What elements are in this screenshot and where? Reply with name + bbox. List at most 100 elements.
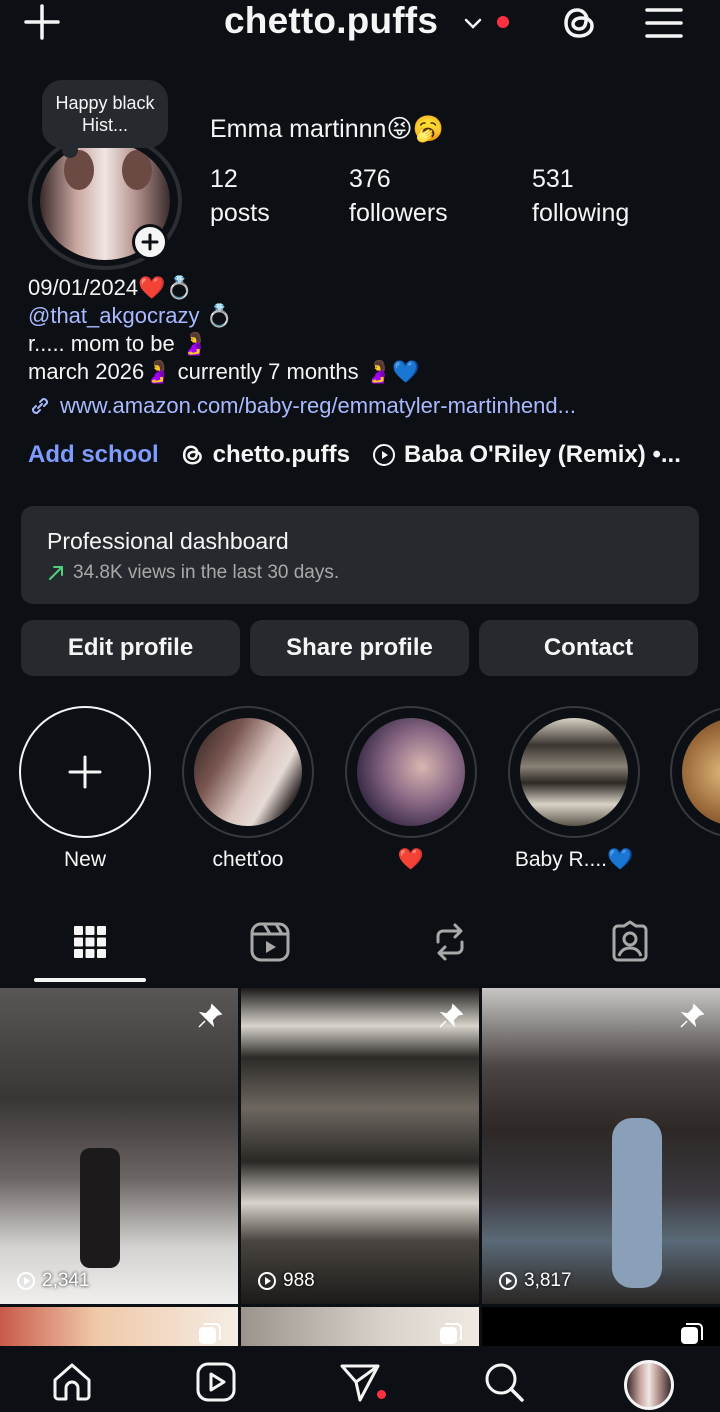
threads-icon[interactable] — [561, 4, 599, 42]
reels-icon[interactable] — [248, 920, 292, 964]
bio-link[interactable]: www.amazon.com/baby-reg/emmatyler-martin… — [28, 392, 576, 420]
highlight-new[interactable]: New — [18, 706, 152, 872]
highlight-ring — [19, 706, 151, 838]
highlight-cover — [520, 718, 628, 826]
note-bubble[interactable]: Happy black Hist... — [42, 80, 168, 158]
stat-posts[interactable]: 12 posts — [210, 162, 270, 230]
highlight-item[interactable] — [670, 706, 720, 838]
music-chip-label: Baba O'Riley (Remix) •... — [404, 441, 681, 468]
highlight-ring — [345, 706, 477, 838]
add-school-link[interactable]: Add school — [28, 441, 159, 469]
plus-small-icon — [141, 233, 159, 251]
tagged-icon[interactable] — [608, 920, 652, 964]
highlight-label: ❤️ — [397, 848, 425, 871]
stat-value: 531 — [532, 165, 574, 193]
highlight-item[interactable]: ❤️ — [344, 706, 478, 872]
stat-label: following — [532, 199, 630, 227]
bio: 09/01/2024❤️💍 @that_akgocrazy 💍 r..... m… — [28, 274, 576, 420]
view-count-text: 988 — [283, 1270, 315, 1291]
bio-line: march 2026🤰 currently 7 months 🤰💙 — [28, 359, 420, 384]
view-count: 2,341 — [16, 1270, 90, 1292]
threads-chip-label: chetto.puffs — [212, 441, 350, 468]
stat-following[interactable]: 531 following — [532, 162, 629, 230]
pin-icon — [680, 1003, 705, 1028]
full-name: Emma martinnn😝🥱 — [210, 115, 444, 143]
pin-icon — [439, 1003, 464, 1028]
highlight-label: Baby R....💙 — [514, 848, 634, 871]
menu-icon[interactable] — [644, 5, 684, 41]
bottom-nav — [0, 1346, 720, 1412]
top-bar: chetto.puffs — [0, 0, 720, 50]
music-chip[interactable]: Baba O'Riley (Remix) •... — [372, 441, 681, 469]
dashboard-subtitle-row: 34.8K views in the last 30 days. — [47, 562, 339, 584]
bio-link-text: www.amazon.com/baby-reg/emmatyler-martin… — [60, 393, 576, 418]
highlight-label: New — [63, 848, 106, 871]
highlight-cover — [682, 718, 720, 826]
bio-mention-suffix: 💍 — [199, 303, 234, 328]
professional-dashboard[interactable]: Professional dashboard 34.8K views in th… — [21, 506, 699, 604]
stat-value: 376 — [349, 165, 391, 193]
trend-up-icon — [49, 566, 63, 580]
bio-line: 09/01/2024❤️💍 — [28, 275, 193, 300]
plus-icon — [68, 755, 102, 789]
stat-followers[interactable]: 376 followers — [349, 162, 448, 230]
highlight-cover — [357, 718, 465, 826]
view-count: 3,817 — [498, 1270, 572, 1292]
search-icon[interactable] — [482, 1360, 526, 1404]
grid-icon[interactable] — [68, 920, 112, 964]
highlight-item[interactable]: Baby R....💙 — [507, 706, 641, 872]
stat-label: followers — [349, 199, 448, 227]
plus-icon[interactable] — [22, 2, 62, 42]
profile-nav-avatar[interactable] — [624, 1360, 674, 1410]
play-outline-icon — [499, 1272, 517, 1290]
post-tile[interactable]: 2,341 — [0, 988, 238, 1304]
dashboard-title: Professional dashboard — [47, 528, 289, 554]
play-outline-icon — [258, 1272, 276, 1290]
play-icon — [373, 444, 395, 466]
post-tile[interactable] — [482, 1307, 720, 1347]
multiple-posts-icon — [199, 1323, 221, 1344]
note-text: Happy black Hist... — [55, 93, 155, 135]
bio-mention-line: @that_akgocrazy 💍 — [28, 302, 576, 330]
profile-tabs — [0, 912, 720, 986]
highlight-ring — [182, 706, 314, 838]
post-tile[interactable] — [0, 1307, 238, 1347]
highlight-ring — [508, 706, 640, 838]
edit-profile-button[interactable]: Edit profile — [21, 620, 240, 676]
threads-chip[interactable]: chetto.puffs — [181, 441, 350, 469]
pin-icon — [198, 1003, 223, 1028]
post-tile[interactable]: 3,817 — [482, 988, 720, 1304]
direct-messages-icon[interactable] — [338, 1360, 382, 1404]
view-count-text: 2,341 — [42, 1270, 90, 1291]
view-count-text: 3,817 — [524, 1270, 572, 1291]
bio-mention[interactable]: @that_akgocrazy — [28, 303, 200, 328]
multiple-posts-icon — [440, 1323, 462, 1344]
active-tab-indicator — [34, 978, 146, 982]
share-profile-button[interactable]: Share profile — [250, 620, 469, 676]
home-icon[interactable] — [50, 1360, 94, 1404]
chevron-down-icon[interactable] — [462, 12, 484, 34]
profile-username[interactable]: chetto.puffs — [224, 0, 438, 42]
highlight-cover — [194, 718, 302, 826]
bio-line: r..... mom to be 🤰 — [28, 331, 209, 356]
profile-chips: Add school chetto.puffs Baba O'Riley (Re… — [28, 438, 681, 472]
add-story-button[interactable] — [132, 224, 168, 260]
post-tile[interactable]: 988 — [241, 988, 479, 1304]
highlight-ring — [670, 706, 720, 838]
notification-dot — [497, 16, 509, 28]
post-tile[interactable] — [241, 1307, 479, 1347]
stat-value: 12 — [210, 165, 238, 193]
view-count: 988 — [257, 1270, 315, 1292]
highlight-item[interactable]: chetťoo — [181, 706, 315, 872]
reposts-icon[interactable] — [428, 920, 472, 964]
reels-nav-icon[interactable] — [194, 1360, 238, 1404]
contact-button[interactable]: Contact — [479, 620, 698, 676]
multiple-posts-icon — [681, 1323, 703, 1344]
messages-notification-dot — [377, 1390, 386, 1399]
highlight-label: chetťoo — [212, 848, 284, 871]
link-icon — [31, 397, 49, 415]
threads-icon — [182, 445, 202, 465]
stat-label: posts — [210, 199, 270, 227]
play-outline-icon — [17, 1272, 35, 1290]
dashboard-subtitle: 34.8K views in the last 30 days. — [73, 562, 340, 583]
